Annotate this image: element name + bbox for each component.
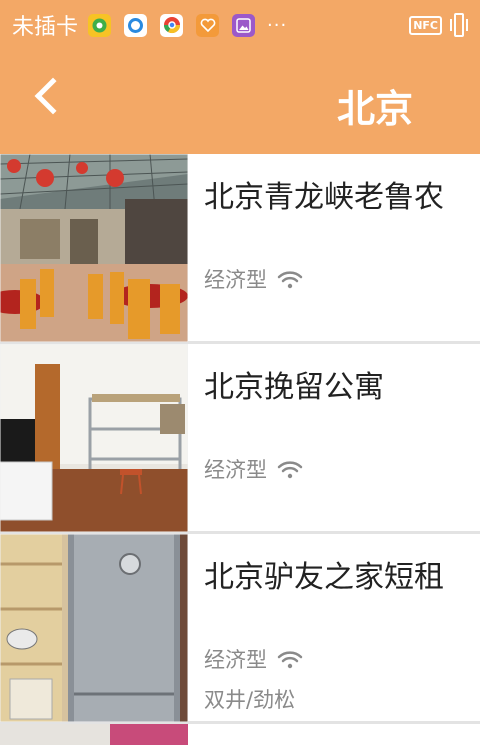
listing-name: 北京驴友之家短租 [204, 560, 444, 595]
back-button[interactable] [30, 72, 80, 132]
listing-photo [0, 724, 188, 745]
list-item[interactable]: 北京挽留公寓 经济型 [0, 344, 480, 534]
carrier-label: 未插卡 [12, 15, 79, 40]
app-screen: 未插卡 ··· NFC 北京 北京青龙峡老鲁农 经济型 北京挽留公寓 经济型 北… [0, 0, 480, 745]
listing-area: 双井/劲松 [204, 688, 296, 712]
notification-icons [88, 13, 256, 37]
listing-name: 北京青龙峡老鲁农 [204, 180, 444, 215]
app-icon-green [88, 13, 112, 37]
nfc-icon: NFC [409, 15, 442, 35]
app-icon-blue [124, 13, 148, 37]
listing-meta: 经济型 [204, 454, 303, 484]
app-icon-chrome [160, 13, 184, 37]
listing-name: 北京挽留公寓 [204, 370, 384, 405]
list-item[interactable]: 北京青龙峡老鲁农 经济型 [0, 154, 480, 344]
more-notifications-indicator: ··· [267, 14, 288, 36]
app-icon-gallery [232, 13, 256, 37]
wifi-icon [277, 271, 303, 289]
listing-photo [0, 534, 188, 722]
wifi-icon [277, 461, 303, 479]
app-icon-heart [196, 13, 220, 37]
vibrate-icon [450, 13, 468, 37]
app-header: 北京 [0, 50, 480, 154]
page-title: 北京 [337, 87, 414, 131]
list-item[interactable] [0, 724, 480, 745]
listing-meta: 经济型 [204, 264, 303, 294]
status-right: NFC [409, 13, 468, 37]
chevron-left-icon [34, 77, 72, 115]
listing-photo [0, 154, 188, 342]
listing-type: 经济型 [204, 458, 267, 482]
listing-photo [0, 344, 188, 532]
listing-meta: 经济型 [204, 644, 303, 674]
listing-type: 经济型 [204, 648, 267, 672]
wifi-icon [277, 651, 303, 669]
list-item[interactable]: 北京驴友之家短租 经济型 双井/劲松 [0, 534, 480, 724]
listing-type: 经济型 [204, 268, 267, 292]
status-bar: 未插卡 ··· NFC [0, 0, 480, 50]
